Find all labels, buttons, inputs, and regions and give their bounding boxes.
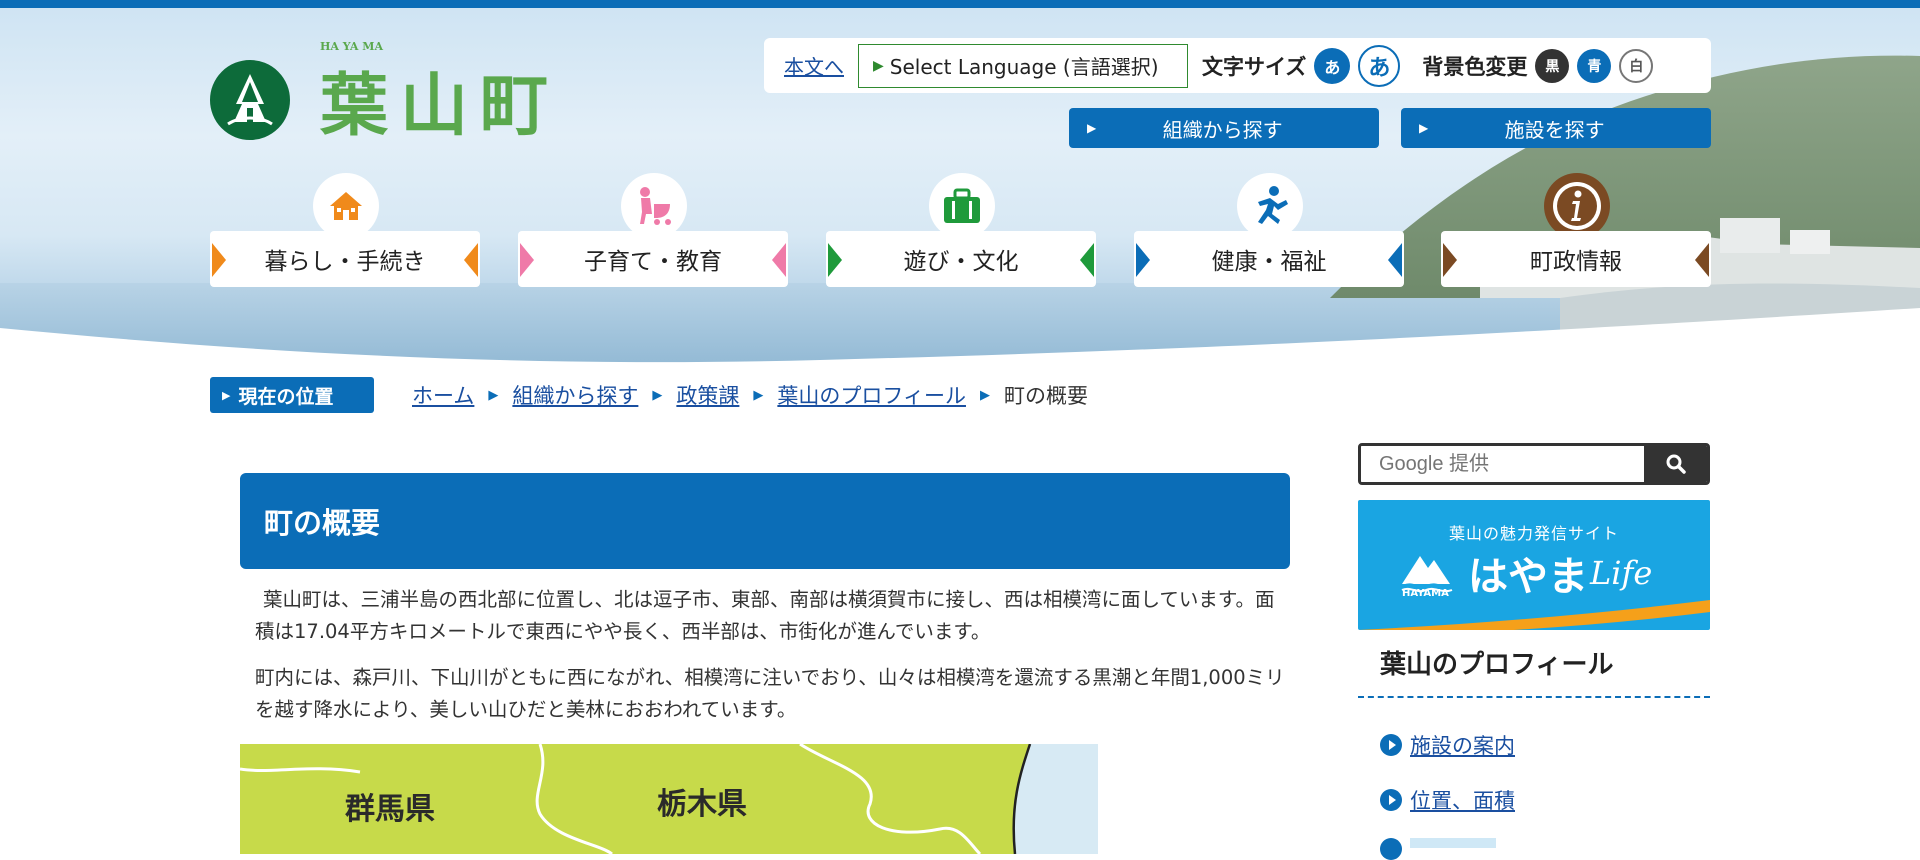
info-icon — [1544, 173, 1610, 239]
utility-bar: 本文へ ▶ Select Language (言語選択) 文字サイズ あ あ 背… — [764, 38, 1711, 93]
logo-romaji: HA YA MA — [320, 40, 383, 53]
nav-arrow-right-icon — [464, 243, 478, 277]
nav-town-administration[interactable]: 町政情報 — [1441, 173, 1711, 287]
sidebar-link-label[interactable]: 施設の案内 — [1410, 730, 1515, 760]
stroller-icon — [621, 173, 687, 239]
mountain-wave-logo-icon — [1401, 556, 1453, 592]
language-selector[interactable]: ▶ Select Language (言語選択) — [858, 43, 1188, 88]
skip-to-content-link[interactable]: 本文へ — [784, 51, 844, 80]
font-size-standard-button[interactable]: あ — [1314, 47, 1351, 84]
site-logo[interactable]: HA YA MA 葉山町 — [210, 40, 561, 149]
breadcrumb-separator-icon: ▶ — [488, 387, 499, 403]
play-triangle-icon: ▶ — [222, 388, 231, 402]
map-label-tochigi: 栃木県 — [657, 787, 747, 822]
play-triangle-icon: ▶ — [873, 57, 884, 74]
breadcrumb-label: ▶ 現在の位置 — [210, 377, 374, 413]
nav-leisure-culture[interactable]: 遊び・文化 — [826, 173, 1096, 287]
breadcrumb-home[interactable]: ホーム — [412, 380, 474, 410]
bg-blue-button[interactable]: 青 — [1577, 48, 1612, 83]
logo-title: 葉山町 — [320, 66, 561, 146]
search-button[interactable] — [1644, 446, 1707, 482]
sidebar-section-title: 葉山のプロフィール — [1358, 640, 1710, 698]
arrow-circle-icon — [1380, 789, 1402, 811]
nav-arrow-right-icon — [1388, 243, 1402, 277]
font-size-label: 文字サイズ — [1202, 54, 1307, 79]
site-search — [1358, 443, 1710, 485]
nav-arrow-left-icon — [520, 243, 534, 277]
banner-orange-swoosh — [1358, 600, 1710, 630]
search-icon — [1666, 454, 1686, 474]
nav-label: 健康・福祉 — [1134, 231, 1404, 287]
top-accent-bar — [0, 0, 1920, 8]
arrow-circle-icon — [1380, 734, 1402, 756]
banner-subtitle: 葉山の魅力発信サイト — [1448, 524, 1619, 543]
find-by-organization-button[interactable]: ▶ 組織から探す — [1069, 108, 1379, 148]
breadcrumb-separator-icon: ▶ — [979, 387, 990, 403]
banner-title: はやま — [1468, 554, 1588, 600]
find-facility-button[interactable]: ▶ 施設を探す — [1401, 108, 1711, 148]
nav-arrow-right-icon — [772, 243, 786, 277]
nav-arrow-left-icon — [1443, 243, 1457, 277]
find-facility-label: 施設を探す — [1504, 117, 1605, 142]
sidebar-link-facilities[interactable]: 施設の案内 — [1380, 730, 1515, 760]
location-map-image: 群馬県 栃木県 — [240, 744, 1098, 854]
play-triangle-icon: ▶ — [1087, 121, 1097, 135]
site-header: HA YA MA 葉山町 本文へ ▶ Select Language (言語選択… — [0, 8, 1920, 374]
nav-arrow-right-icon — [1695, 243, 1709, 277]
house-icon — [313, 173, 379, 239]
nav-label: 暮らし・手続き — [210, 231, 480, 287]
intro-paragraph: 葉山町は、三浦半島の西北部に位置し、北は逗子市、東部、南部は横須賀市に接し、西は… — [255, 588, 1275, 643]
map-label-gunma: 群馬県 — [345, 792, 435, 827]
hayama-life-banner[interactable]: 葉山の魅力発信サイト HAYAMA はやま Life — [1358, 500, 1710, 630]
bg-color-label: 背景色変更 — [1422, 54, 1528, 79]
runner-icon — [1237, 173, 1303, 239]
breadcrumb-label-text: 現在の位置 — [238, 385, 334, 408]
bg-white-button[interactable]: 白 — [1619, 48, 1654, 83]
geography-paragraph: 町内には、森戸川、下山川がともに西にながれ、相模湾に注いでおり、山々は相模湾を還… — [255, 666, 1285, 721]
nav-living-procedures[interactable]: 暮らし・手続き — [210, 173, 480, 287]
logo-wordmark: HA YA MA 葉山町 — [320, 40, 561, 149]
nav-arrow-right-icon — [1080, 243, 1094, 277]
breadcrumb-hayama-profile[interactable]: 葉山のプロフィール — [777, 380, 966, 410]
breadcrumb-policy-division[interactable]: 政策課 — [676, 380, 739, 410]
banner-life: Life — [1590, 554, 1653, 592]
nav-childcare-education[interactable]: 子育て・教育 — [518, 173, 788, 287]
breadcrumb-separator-icon: ▶ — [753, 387, 764, 403]
font-size-large-button[interactable]: あ — [1358, 44, 1401, 87]
nav-arrow-left-icon — [828, 243, 842, 277]
sidebar-link-highlight — [1410, 838, 1496, 848]
nav-label: 遊び・文化 — [826, 231, 1096, 287]
town-emblem-icon — [210, 59, 290, 140]
breadcrumb-separator-icon: ▶ — [652, 387, 663, 403]
arrow-circle-icon — [1380, 838, 1402, 860]
breadcrumb-organization[interactable]: 組織から探す — [512, 380, 638, 410]
nav-label: 子育て・教育 — [518, 231, 788, 287]
nav-label: 町政情報 — [1441, 231, 1711, 287]
page-title: 町の概要 — [240, 473, 1290, 569]
search-input[interactable] — [1361, 446, 1644, 482]
sidebar-link-location-area[interactable]: 位置、面積 — [1380, 785, 1515, 815]
nav-arrow-left-icon — [212, 243, 226, 277]
bg-black-button[interactable]: 黒 — [1535, 48, 1570, 83]
sidebar-link-label[interactable]: 位置、面積 — [1410, 785, 1515, 815]
breadcrumb-current: 町の概要 — [1003, 384, 1088, 408]
suitcase-icon — [929, 173, 995, 239]
nav-health-welfare[interactable]: 健康・福祉 — [1134, 173, 1404, 287]
play-triangle-icon: ▶ — [1419, 121, 1429, 135]
breadcrumb: ▶ 現在の位置 ホーム ▶ 組織から探す ▶ 政策課 ▶ 葉山のプロフィール ▶… — [0, 374, 1920, 414]
language-selector-label: Select Language (言語選択) — [889, 55, 1159, 79]
nav-arrow-left-icon — [1136, 243, 1150, 277]
breadcrumb-trail: ホーム ▶ 組織から探す ▶ 政策課 ▶ 葉山のプロフィール ▶ 町の概要 — [412, 380, 1088, 410]
find-by-organization-label: 組織から探す — [1162, 117, 1283, 142]
